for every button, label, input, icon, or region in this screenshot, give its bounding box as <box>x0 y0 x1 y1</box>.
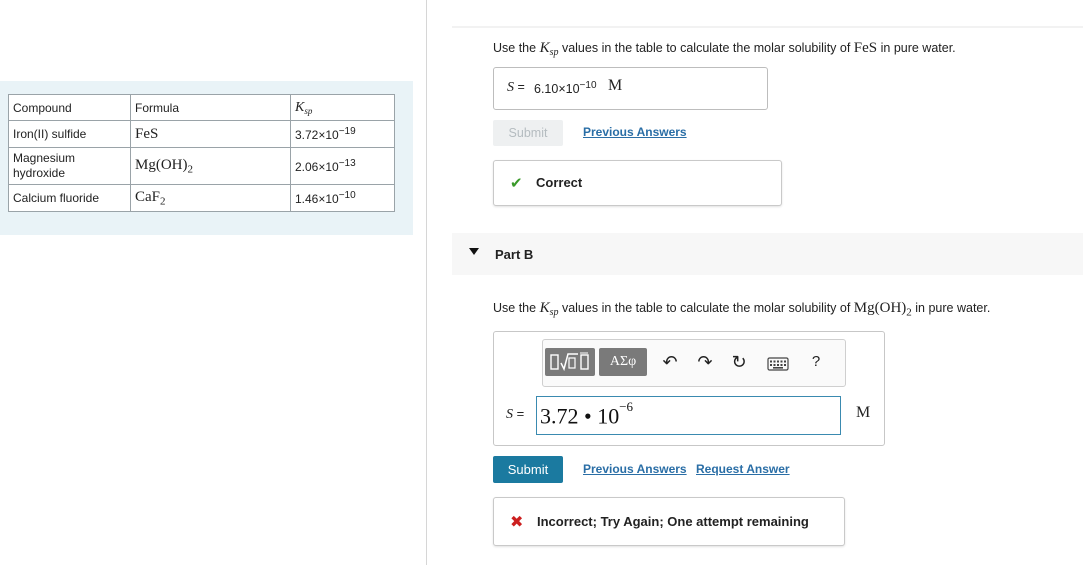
formula-text: Mg(OH) <box>135 156 188 173</box>
keyboard-icon[interactable] <box>767 355 789 376</box>
math-answer-editor: ΑΣφ ↶ ↷ ↻ ? S = 3.72 • 10−6 M <box>493 331 885 446</box>
formula-subscript: 2 <box>160 195 166 208</box>
answer-value: 6.10×10−10 <box>534 80 597 96</box>
compound-cell: Calcium fluoride <box>8 184 131 212</box>
redo-icon[interactable]: ↷ <box>695 352 715 373</box>
collapse-triangle-icon[interactable] <box>469 248 479 255</box>
top-separator <box>452 26 1083 28</box>
input-base: 3.72 • 10 <box>540 403 620 429</box>
ksp-exponent: −13 <box>338 158 356 169</box>
ksp-exponent: −19 <box>338 126 356 137</box>
input-expression: 3.72 • 10−6 <box>540 399 633 429</box>
question-text: in pure water. <box>877 41 956 55</box>
part-b-previous-answers-link[interactable]: Previous Answers <box>583 462 687 476</box>
formula-cell: FeS <box>130 120 291 148</box>
part-a-question: Use the Ksp values in the table to calcu… <box>493 40 956 58</box>
part-a-previous-answers-link[interactable]: Previous Answers <box>583 125 687 139</box>
header-compound: Compound <box>8 94 131 121</box>
request-answer-link[interactable]: Request Answer <box>696 462 790 476</box>
fraction-sqrt-template-icon <box>550 352 589 372</box>
reset-icon[interactable]: ↻ <box>729 352 749 373</box>
question-text: Use the <box>493 41 540 55</box>
ksp-symbol: K <box>295 99 305 115</box>
math-toolbar: ΑΣφ ↶ ↷ ↻ ? <box>542 339 846 387</box>
ksp-mantissa: 1.46×10 <box>295 192 339 206</box>
greek-symbols-button[interactable]: ΑΣφ <box>599 348 647 376</box>
input-exponent: −6 <box>619 399 634 414</box>
formula-cell: Mg(OH)2 <box>130 147 291 185</box>
incorrect-x-icon: ✖ <box>510 514 524 531</box>
part-b-question: Use the Ksp values in the table to calcu… <box>493 300 990 319</box>
s-variable: S <box>507 80 514 95</box>
answer-math-input[interactable]: 3.72 • 10−6 <box>536 396 841 435</box>
part-b-title: Part B <box>495 247 534 262</box>
header-formula: Formula <box>130 94 291 121</box>
ksp-mantissa: 2.06×10 <box>295 160 339 174</box>
templates-button[interactable] <box>545 348 595 376</box>
table-row: Calcium fluoride CaF2 1.46×10−10 <box>8 184 395 212</box>
compound-formula: Mg(OH) <box>853 300 907 316</box>
checkmark-icon: ✔ <box>510 175 523 192</box>
question-text: Use the <box>493 301 540 315</box>
table-header-row: Compound Formula Ksp <box>8 94 395 121</box>
table-row: Magnesium hydroxide Mg(OH)2 2.06×10−13 <box>8 147 395 185</box>
formula-subscript: 2 <box>187 163 194 176</box>
question-text: values in the table to calculate the mol… <box>558 41 854 55</box>
ksp-symbol: K <box>539 40 550 56</box>
question-text: values in the table to calculate the mol… <box>558 301 854 315</box>
formula-cell: CaF2 <box>130 184 291 212</box>
answer-mantissa: 6.10×10 <box>534 82 580 97</box>
compound-cell: Magnesium hydroxide <box>8 147 131 185</box>
undo-icon[interactable]: ↶ <box>660 352 680 373</box>
formula-text: CaF <box>135 188 161 205</box>
panel-divider <box>426 0 427 565</box>
formula-text: FeS <box>135 125 159 142</box>
part-a-answer-box: S = 6.10×10−10 M <box>493 67 768 110</box>
equals-sign: = <box>514 80 525 94</box>
answer-unit: M <box>608 77 623 94</box>
answer-label: S = <box>507 80 525 96</box>
s-variable: S <box>506 407 513 422</box>
ksp-symbol: K <box>539 300 550 316</box>
part-a-submit-button[interactable]: Submit <box>493 120 563 146</box>
ksp-cell: 3.72×10−19 <box>290 120 395 148</box>
part-b-feedback: ✖ Incorrect; Try Again; One attempt rema… <box>493 497 845 546</box>
feedback-text: Correct <box>536 175 583 190</box>
ksp-table-panel: Compound Formula Ksp Iron(II) sulfide Fe… <box>0 81 413 235</box>
ksp-subscript: sp <box>304 105 313 116</box>
answer-exponent: −10 <box>579 80 597 91</box>
ksp-mantissa: 3.72×10 <box>295 128 339 142</box>
ksp-table: Compound Formula Ksp Iron(II) sulfide Fe… <box>8 94 395 212</box>
compound-cell: Iron(II) sulfide <box>8 120 131 148</box>
ksp-cell: 1.46×10−10 <box>290 184 395 212</box>
input-label: S = <box>506 406 524 423</box>
table-row: Iron(II) sulfide FeS 3.72×10−19 <box>8 120 395 148</box>
part-a-feedback: ✔ Correct <box>493 160 782 206</box>
part-b-submit-button[interactable]: Submit <box>493 456 563 483</box>
feedback-text: Incorrect; Try Again; One attempt remain… <box>537 514 809 529</box>
ksp-exponent: −10 <box>338 190 356 201</box>
help-icon[interactable]: ? <box>806 353 826 370</box>
ksp-cell: 2.06×10−13 <box>290 147 395 185</box>
header-ksp: Ksp <box>290 94 395 121</box>
compound-formula: FeS <box>853 40 878 56</box>
equals-sign: = <box>513 406 525 421</box>
question-text: in pure water. <box>911 301 991 315</box>
part-b-header[interactable]: Part B <box>452 233 1083 275</box>
unit-label: M <box>856 404 871 421</box>
